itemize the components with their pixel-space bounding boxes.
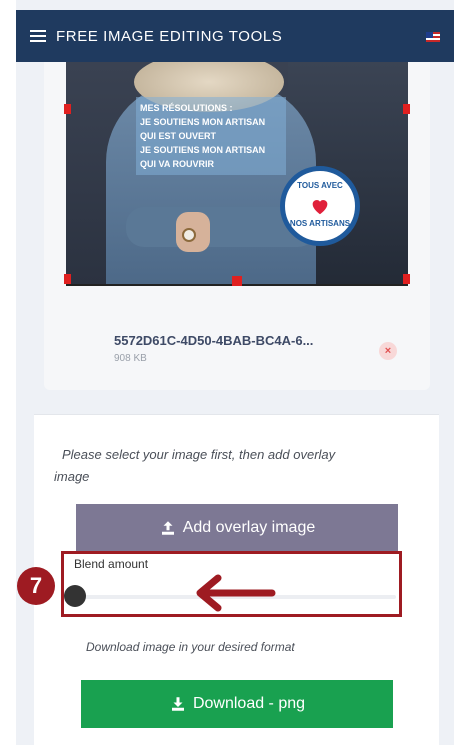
add-overlay-button[interactable]: Add overlay image <box>76 504 398 552</box>
download-hint: Download image in your desired format <box>86 640 295 654</box>
artisans-badge: TOUS AVEC NOS ARTISANS <box>280 166 360 246</box>
screen: FREE IMAGE EDITING TOOLS MES RÉSOLUTIONS… <box>0 0 462 745</box>
image-overlay-text: MES RÉSOLUTIONS : JE SOUTIENS MON ARTISA… <box>136 97 286 175</box>
overlay-line: JE SOUTIENS MON ARTISAN <box>140 117 266 127</box>
crop-handle[interactable] <box>64 104 71 114</box>
image-card: MES RÉSOLUTIONS : JE SOUTIENS MON ARTISA… <box>44 62 430 390</box>
download-icon <box>171 697 184 711</box>
crop-handle[interactable] <box>232 276 242 286</box>
file-size: 908 KB <box>114 353 147 364</box>
instruction-text: Please select your image first, then add… <box>54 447 336 484</box>
us-flag-icon[interactable] <box>426 32 440 42</box>
app-header: FREE IMAGE EDITING TOOLS <box>16 10 454 62</box>
add-overlay-label: Add overlay image <box>182 519 316 536</box>
arrow-left-icon <box>196 574 276 612</box>
overlay-line: JE SOUTIENS MON ARTISAN <box>140 145 266 155</box>
overlay-line: MES RÉSOLUTIONS : <box>140 103 233 113</box>
badge-top-text: TOUS AVEC <box>297 181 343 190</box>
image-preview: MES RÉSOLUTIONS : JE SOUTIENS MON ARTISA… <box>66 62 408 286</box>
heart-icon <box>312 200 328 215</box>
step-number-badge: 7 <box>17 567 55 605</box>
download-button[interactable]: Download - png <box>81 680 393 728</box>
download-label: Download - png <box>192 695 306 712</box>
crop-handle[interactable] <box>403 274 410 284</box>
crop-handle[interactable] <box>64 274 71 284</box>
overlay-line: QUI VA ROUVRIR <box>140 159 215 169</box>
file-name: 5572D61C-4D50-4BAB-BC4A-6... <box>114 333 314 348</box>
hamburger-menu-icon[interactable] <box>30 30 46 42</box>
badge-bottom-text: NOS ARTISANS <box>289 219 351 228</box>
upload-icon <box>161 521 174 535</box>
crop-handle[interactable] <box>403 104 410 114</box>
overlay-line: QUI EST OUVERT <box>140 131 217 141</box>
remove-file-icon[interactable]: × <box>379 342 397 360</box>
app-title: FREE IMAGE EDITING TOOLS <box>56 27 283 45</box>
